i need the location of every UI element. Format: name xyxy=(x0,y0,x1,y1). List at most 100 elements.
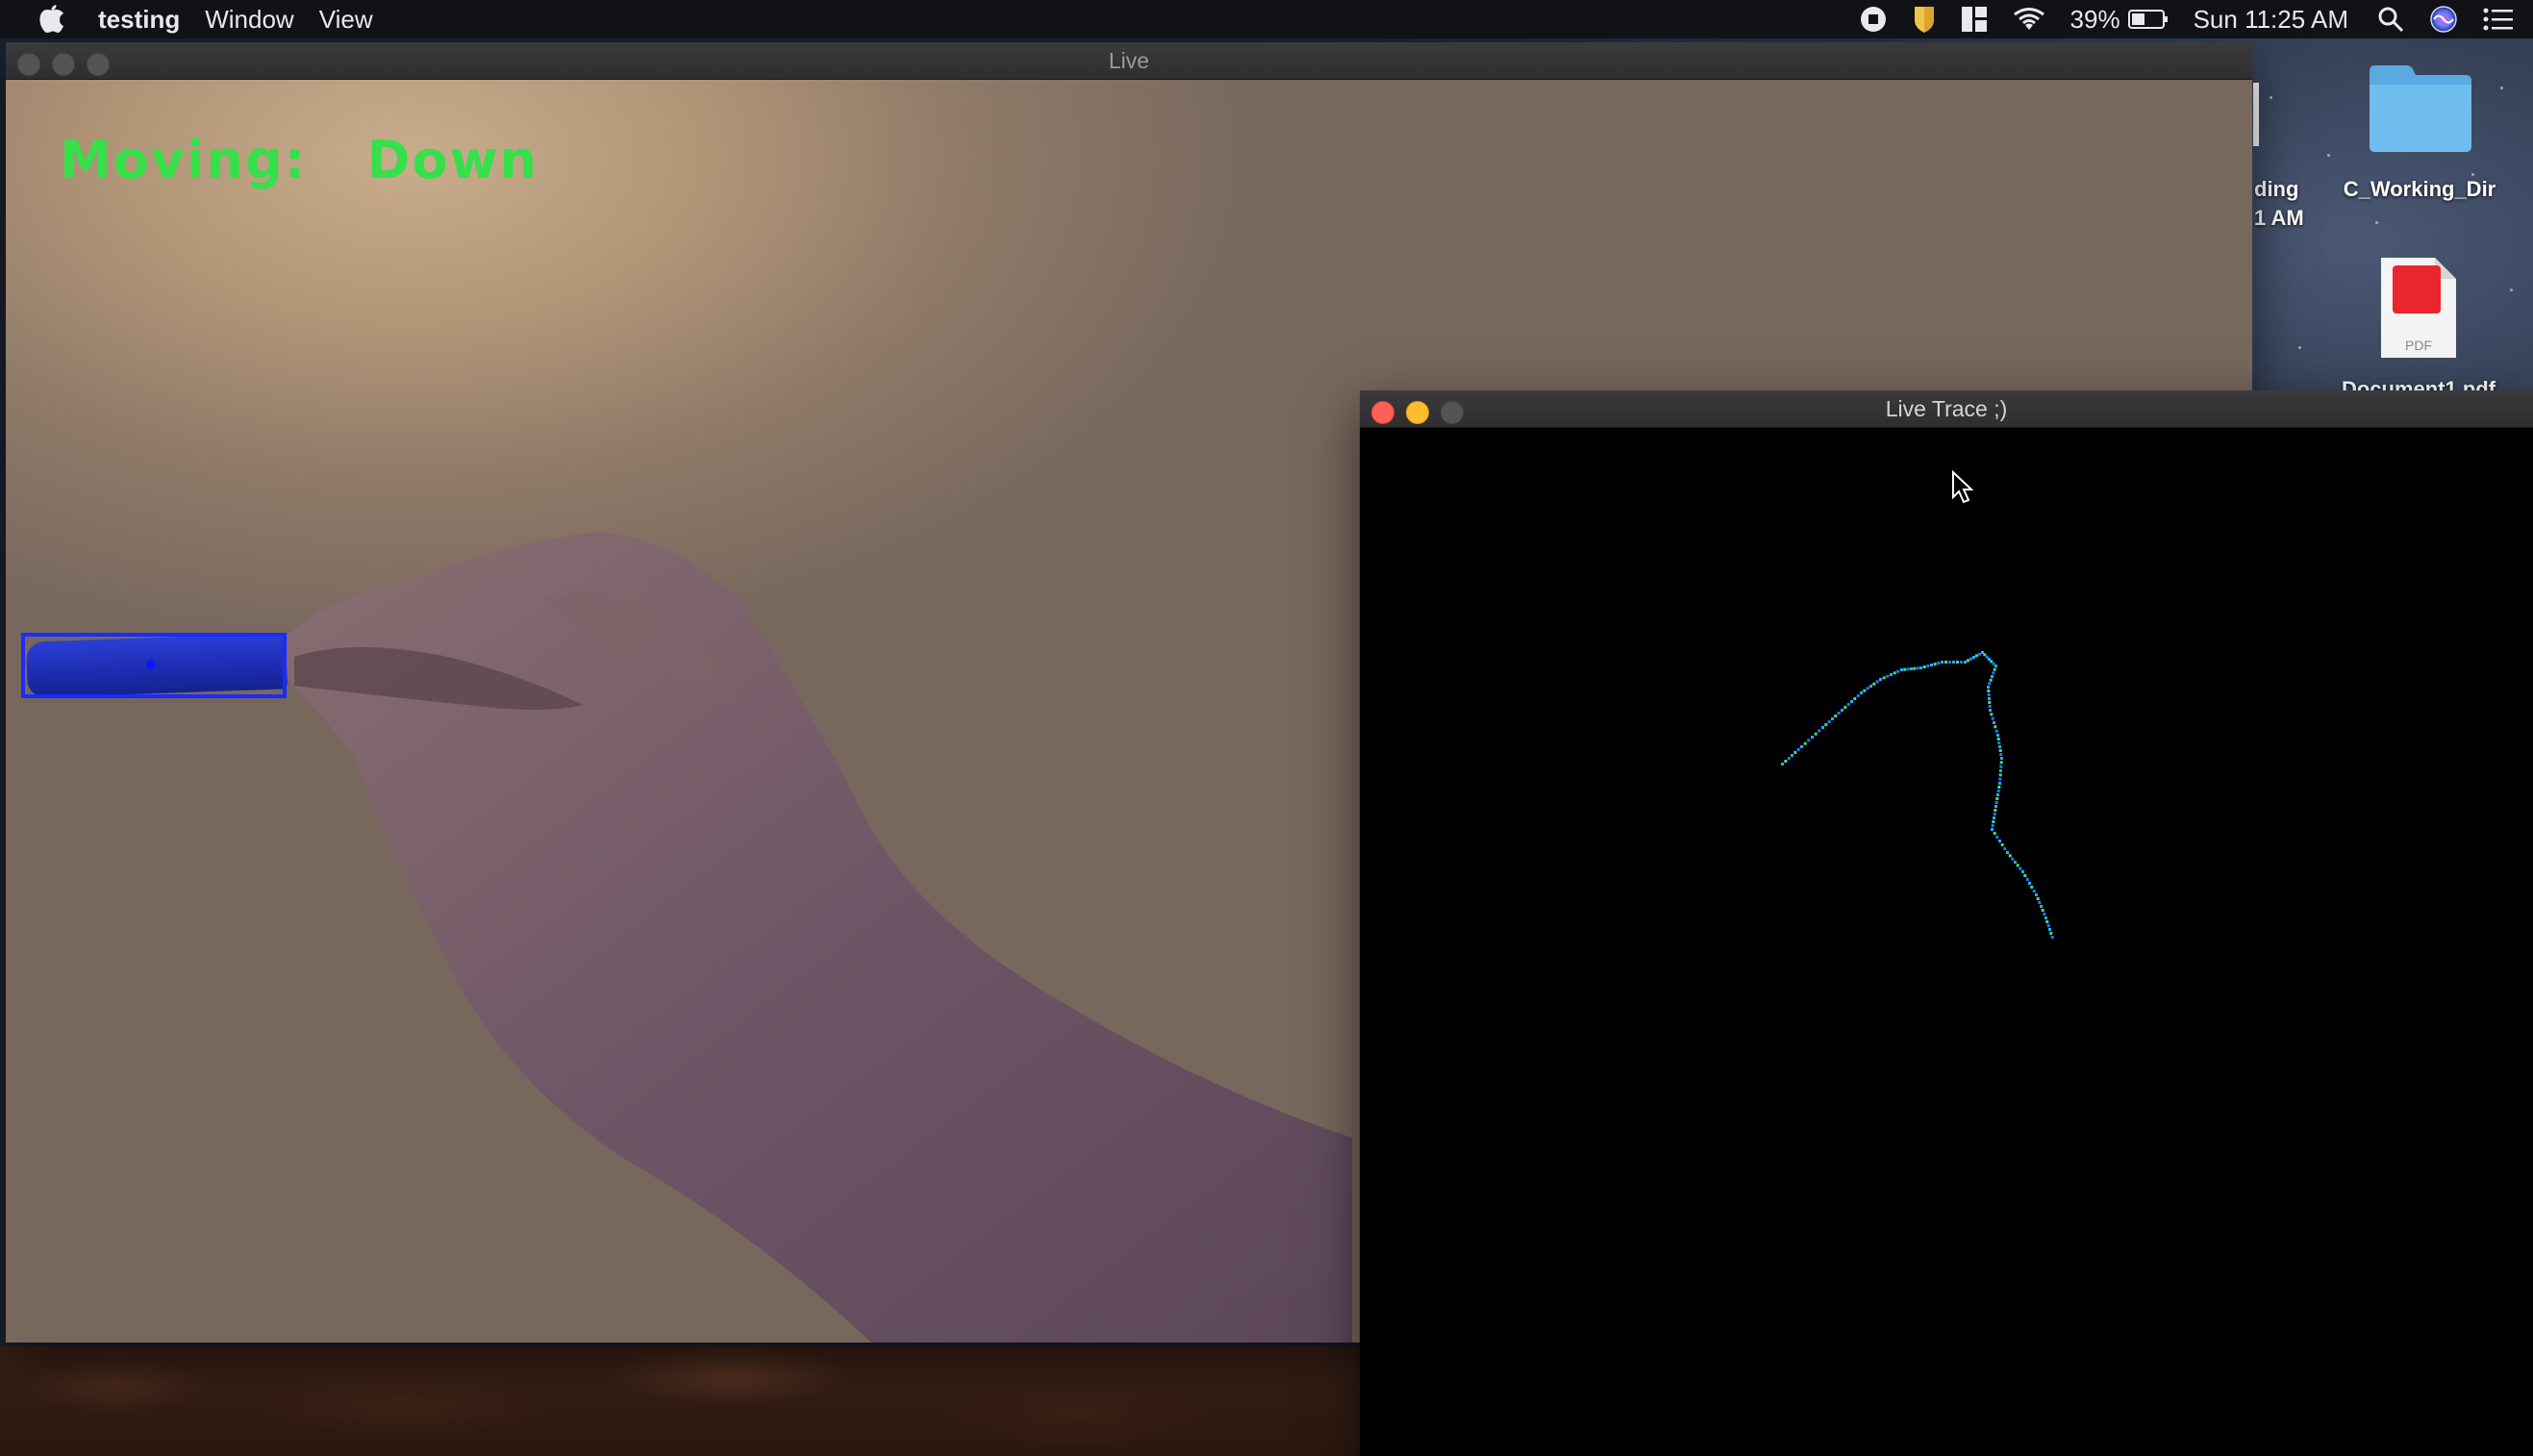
movement-direction: Down xyxy=(366,130,539,190)
trace-point xyxy=(1991,824,1994,827)
trace-point xyxy=(1998,777,2002,781)
trace-point xyxy=(1993,816,1995,819)
trace-point xyxy=(1993,667,1996,671)
window-layout-icon[interactable] xyxy=(1961,0,1988,38)
trace-point xyxy=(1807,739,1811,742)
trace-point xyxy=(1882,676,1886,680)
shield-icon[interactable] xyxy=(1913,0,1936,38)
trace-point xyxy=(1987,686,1990,689)
trace-point xyxy=(1856,694,1860,697)
siri-icon[interactable] xyxy=(2429,0,2458,38)
trace-point xyxy=(1863,689,1867,692)
notification-center-icon[interactable] xyxy=(2483,0,2514,38)
trace-point xyxy=(1787,757,1791,760)
trace-point xyxy=(1818,729,1821,733)
trace-point xyxy=(2048,928,2051,931)
trace-point xyxy=(1999,765,2003,768)
trace-point xyxy=(1834,715,1838,717)
trace-point xyxy=(2000,757,2003,760)
trace-point xyxy=(1956,661,1959,664)
trace-point xyxy=(1893,671,1896,675)
trace-point xyxy=(1796,748,1800,751)
trace-point xyxy=(1853,697,1857,700)
trace-point xyxy=(1992,671,1995,675)
trace-point xyxy=(2003,847,2007,850)
menu-clock[interactable]: Sun 11:25 AM xyxy=(2194,0,2348,38)
trace-point xyxy=(1978,652,1981,656)
trace-point xyxy=(1964,661,1967,664)
folder-icon xyxy=(2370,65,2471,152)
pdf-badge: PDF xyxy=(2405,338,2432,353)
trace-point xyxy=(1913,666,1917,670)
trace-point xyxy=(1919,666,1922,669)
trace-point xyxy=(1837,712,1841,715)
trace-point xyxy=(2032,890,2036,892)
window-menu[interactable]: Window xyxy=(205,0,293,38)
wifi-icon[interactable] xyxy=(2013,0,2045,38)
trace-point xyxy=(1843,706,1847,709)
menu-bar: testing Window View 39% Sun 11:25 AM xyxy=(0,0,2533,38)
search-icon[interactable] xyxy=(2377,0,2404,38)
trace-point xyxy=(1952,661,1955,664)
trace-point xyxy=(2021,870,2024,873)
app-menu[interactable]: testing xyxy=(98,0,180,38)
apple-menu-icon[interactable] xyxy=(27,5,77,34)
battery-percent[interactable]: 39% xyxy=(2070,0,2120,38)
partial-file-icon xyxy=(2253,83,2259,146)
trace-point xyxy=(2041,909,2044,912)
trace-point xyxy=(1800,745,1803,748)
trace-point xyxy=(1900,668,1903,671)
window-title: Live xyxy=(1108,48,1150,73)
trace-point xyxy=(2036,897,2040,900)
record-icon[interactable] xyxy=(1859,0,1888,38)
trace-point xyxy=(2043,913,2046,916)
movement-prefix: Moving: xyxy=(60,130,308,190)
trace-point xyxy=(1811,736,1814,739)
trace-path xyxy=(1781,651,2054,939)
trace-point xyxy=(1991,675,1994,678)
pdf-icon: PDF xyxy=(2381,258,2456,358)
desktop-wallpaper-rocks xyxy=(0,1346,1366,1456)
desktop-icon-label: 1 AM xyxy=(2254,206,2304,230)
trace-point xyxy=(1989,678,1993,682)
trace-point xyxy=(1922,665,1926,668)
trace-point xyxy=(1890,673,1893,676)
trace-point xyxy=(2016,864,2019,867)
battery-icon[interactable] xyxy=(2127,0,2169,38)
trace-window-titlebar[interactable]: Live Trace ;) xyxy=(1360,390,2533,428)
star-decoration xyxy=(2327,154,2330,157)
trace-point xyxy=(1793,751,1797,754)
trace-point xyxy=(1937,662,1941,665)
trace-point xyxy=(1991,716,1994,720)
trace-point xyxy=(1791,754,1793,757)
trace-point xyxy=(1994,725,1997,729)
trace-point xyxy=(1998,840,2001,842)
trace-point xyxy=(1996,793,1999,796)
trace-point xyxy=(1841,709,1843,712)
trace-point xyxy=(2050,936,2054,939)
view-menu[interactable]: View xyxy=(319,0,373,38)
trace-point xyxy=(1994,805,1997,808)
window-title: Live Trace ;) xyxy=(1885,396,2008,421)
star-decoration xyxy=(2500,87,2503,89)
trace-point xyxy=(1967,659,1969,663)
trace-point xyxy=(1906,667,1910,671)
trace-window: Live Trace ;) xyxy=(1360,390,2533,1456)
trace-point xyxy=(1824,723,1828,726)
trace-point xyxy=(1987,693,1991,696)
movement-status: Moving: Down xyxy=(60,130,539,190)
trace-point xyxy=(1997,741,2001,744)
trace-point xyxy=(2038,901,2042,904)
trace-point xyxy=(1991,828,1994,831)
live-window-titlebar[interactable]: Live xyxy=(6,42,2252,80)
trace-point xyxy=(1866,687,1869,690)
trace-point xyxy=(1994,809,1997,812)
trace-point xyxy=(1998,782,2001,785)
trace-point xyxy=(1998,749,2002,752)
trace-point xyxy=(1997,786,2001,789)
trace-point xyxy=(2014,861,2017,864)
trace-point xyxy=(1886,674,1890,678)
desktop-icon-label: ding xyxy=(2254,177,2299,201)
trace-point xyxy=(1987,690,1991,692)
trace-point xyxy=(1999,761,2003,765)
